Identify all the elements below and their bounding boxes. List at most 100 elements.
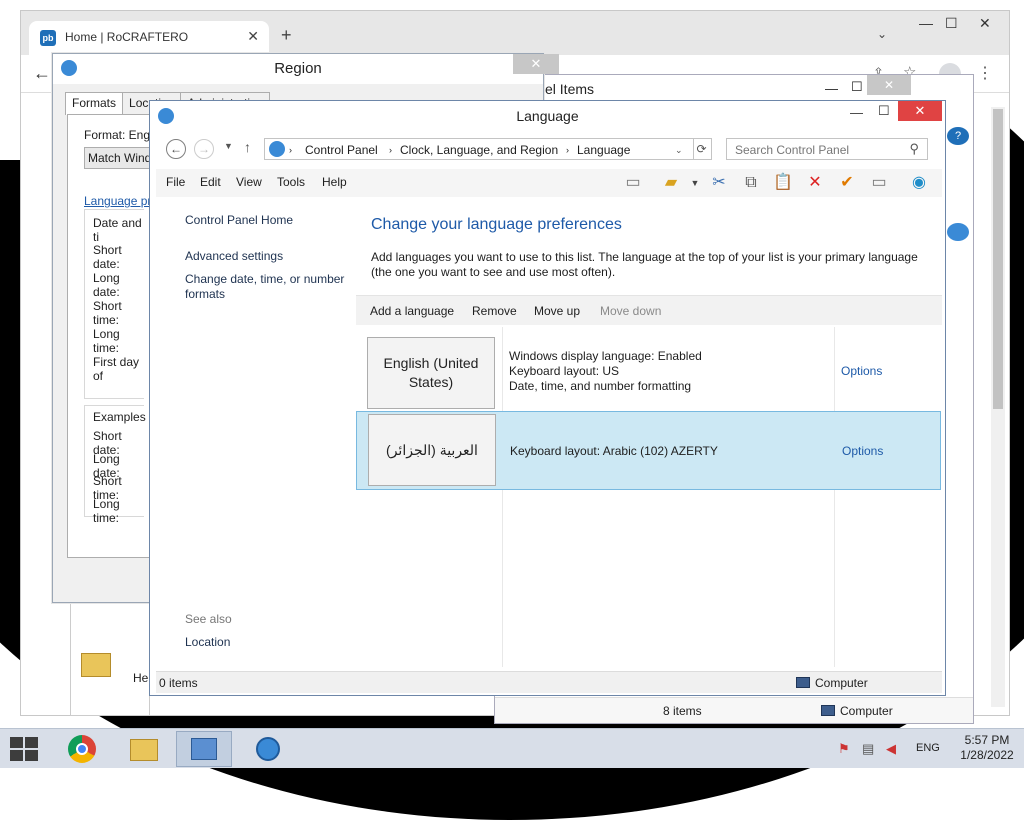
status-bar: 8 items Computer [495,697,973,723]
start-icon[interactable] [10,737,38,761]
delete-icon[interactable]: ✕ [804,172,826,194]
file-explorer-icon[interactable] [116,731,172,767]
volume-muted-icon[interactable]: ◀ [886,741,896,757]
folder-icon [81,653,111,677]
back-icon[interactable]: ← [166,139,186,159]
paste-icon[interactable]: 📋 [772,172,794,194]
search-input[interactable]: Search Control Panel ⚲ [726,138,928,160]
move-up-button[interactable]: Move up [534,304,580,318]
options-link[interactable]: Options [841,364,882,378]
status-item-count: 0 items [159,676,198,690]
menu-help[interactable]: Help [322,175,347,189]
minimize-icon[interactable]: — [919,15,933,31]
breadcrumb-control-panel[interactable]: Control Panel [305,143,378,157]
maximize-icon[interactable]: ☐ [945,15,958,32]
flag-alert-icon[interactable]: ⚑ [838,741,850,757]
long-date-label: Long date: [93,271,120,299]
advanced-settings-link[interactable]: Advanced settings [185,249,283,263]
maximize-icon[interactable]: ☐ [878,103,890,119]
globe-icon [158,108,174,124]
menu-file[interactable]: File [166,175,185,189]
maximize-icon[interactable]: ☐ [851,79,863,95]
address-bar[interactable]: › Control Panel › Clock, Language, and R… [264,138,694,160]
close-window-icon[interactable]: ✕ [979,15,991,32]
status-computer: Computer [821,704,893,718]
language-name-button[interactable]: العربية (الجزائر) [368,414,496,486]
kebab-menu-icon[interactable]: ⋮ [977,63,993,83]
menu-edit[interactable]: Edit [200,175,221,189]
copy-icon[interactable]: ⧉ [740,172,762,194]
new-tab-button[interactable]: + [281,25,292,46]
properties-icon[interactable]: ▭ [868,172,890,194]
globe-icon[interactable] [240,731,296,767]
remove-button[interactable]: Remove [472,304,517,318]
language-row-selected[interactable]: العربية (الجزائر) Keyboard layout: Arabi… [356,411,941,490]
location-link[interactable]: Location [185,635,230,649]
help-label: He [133,671,149,685]
page-heading: Change your language preferences [371,216,622,233]
formatting-info: Date, time, and number formatting [509,379,692,393]
checkmark-icon[interactable]: ✔ [836,172,858,194]
close-button[interactable]: ✕ [513,54,559,74]
tab-search-chevron-icon[interactable]: ⌄ [877,27,887,41]
control-panel-home-link[interactable]: Control Panel Home [185,213,293,227]
layout-pane-icon[interactable]: ▭ [622,172,644,194]
network-icon[interactable]: ▤ [862,741,874,757]
keyboard-layout-info: Keyboard layout: US [509,364,620,378]
tab-formats[interactable]: Formats [65,92,124,115]
globe-icon [61,60,77,76]
control-panel-icon[interactable] [176,731,232,767]
help-icon[interactable]: ? [947,127,969,145]
close-tab-icon[interactable]: ✕ [247,28,259,45]
cut-icon[interactable]: ✂ [708,172,730,194]
computer-icon [796,677,810,688]
options-link[interactable]: Options [842,444,883,458]
display-language-info: Windows display language: Enabled [509,349,702,363]
menu-bar: File Edit View Tools Help ▭ ▰ ▼ ✂ ⧉ 📋 ✕ … [156,169,942,197]
chrome-icon[interactable] [54,731,110,767]
system-clock[interactable]: 5:57 PM 1/28/2022 [954,733,1020,763]
first-day-label: First day of [93,355,140,383]
keyboard-layout-info: Keyboard layout: Arabic (102) AZERTY [510,444,718,458]
language-row[interactable]: English (United States) Windows display … [356,332,941,410]
site-favicon-icon: pb [40,30,56,46]
minimize-icon[interactable]: — [825,81,838,96]
command-bar: Add a language Remove Move up Move down [356,295,942,325]
breadcrumb-language[interactable]: Language [577,143,630,157]
up-arrow-icon[interactable]: ↑ [244,139,251,155]
language-info: Keyboard layout: Arabic (102) AZERTY [510,444,718,459]
window-title: el Items [545,81,595,97]
add-language-button[interactable]: Add a language [370,304,454,318]
language-preferences-link[interactable]: Language pr [84,194,151,208]
chrome-tab[interactable]: pb Home | RoCRAFTERO ✕ [29,21,269,55]
clock-date: 1/28/2022 [960,748,1014,762]
status-bar: 0 items Computer [156,671,942,693]
page-description: Add languages you want to use to this li… [371,250,918,279]
status-computer: Computer [796,676,868,690]
menu-view[interactable]: View [236,175,262,189]
minimize-icon[interactable]: — [850,105,863,120]
change-formats-link[interactable]: Change date, time, or number formats [185,272,355,302]
address-dropdown-icon[interactable]: ⌄ [675,145,683,156]
menu-tools[interactable]: Tools [277,175,305,189]
refresh-icon[interactable]: ⟳ [692,138,712,160]
close-button[interactable]: ✕ [898,101,942,121]
group-label: Examples [93,410,146,424]
group-label: Date and ti [93,216,142,244]
breadcrumb-clock-language-region[interactable]: Clock, Language, and Region [400,143,558,157]
taskbar: ⚑ ▤ ◀ ENG 5:57 PM 1/28/2022 [0,728,1024,768]
folder-options-icon[interactable]: ▰ [660,172,682,194]
page-scrollbar[interactable] [991,107,1005,707]
recent-pages-chevron-icon[interactable]: ▼ [224,141,233,151]
move-down-button[interactable]: Move down [600,304,661,318]
chevron-right-icon: › [389,145,392,155]
search-icon[interactable]: ⚲ [909,141,919,157]
globe-icon [947,223,969,241]
dropdown-chevron-icon[interactable]: ▼ [684,172,706,194]
input-language-indicator[interactable]: ENG [916,742,940,754]
globe-icon[interactable]: ◉ [908,172,930,194]
forward-icon[interactable]: → [194,139,214,159]
close-button[interactable]: ✕ [867,75,911,95]
language-name-button[interactable]: English (United States) [367,337,495,409]
back-arrow-icon[interactable]: ← [33,63,51,84]
